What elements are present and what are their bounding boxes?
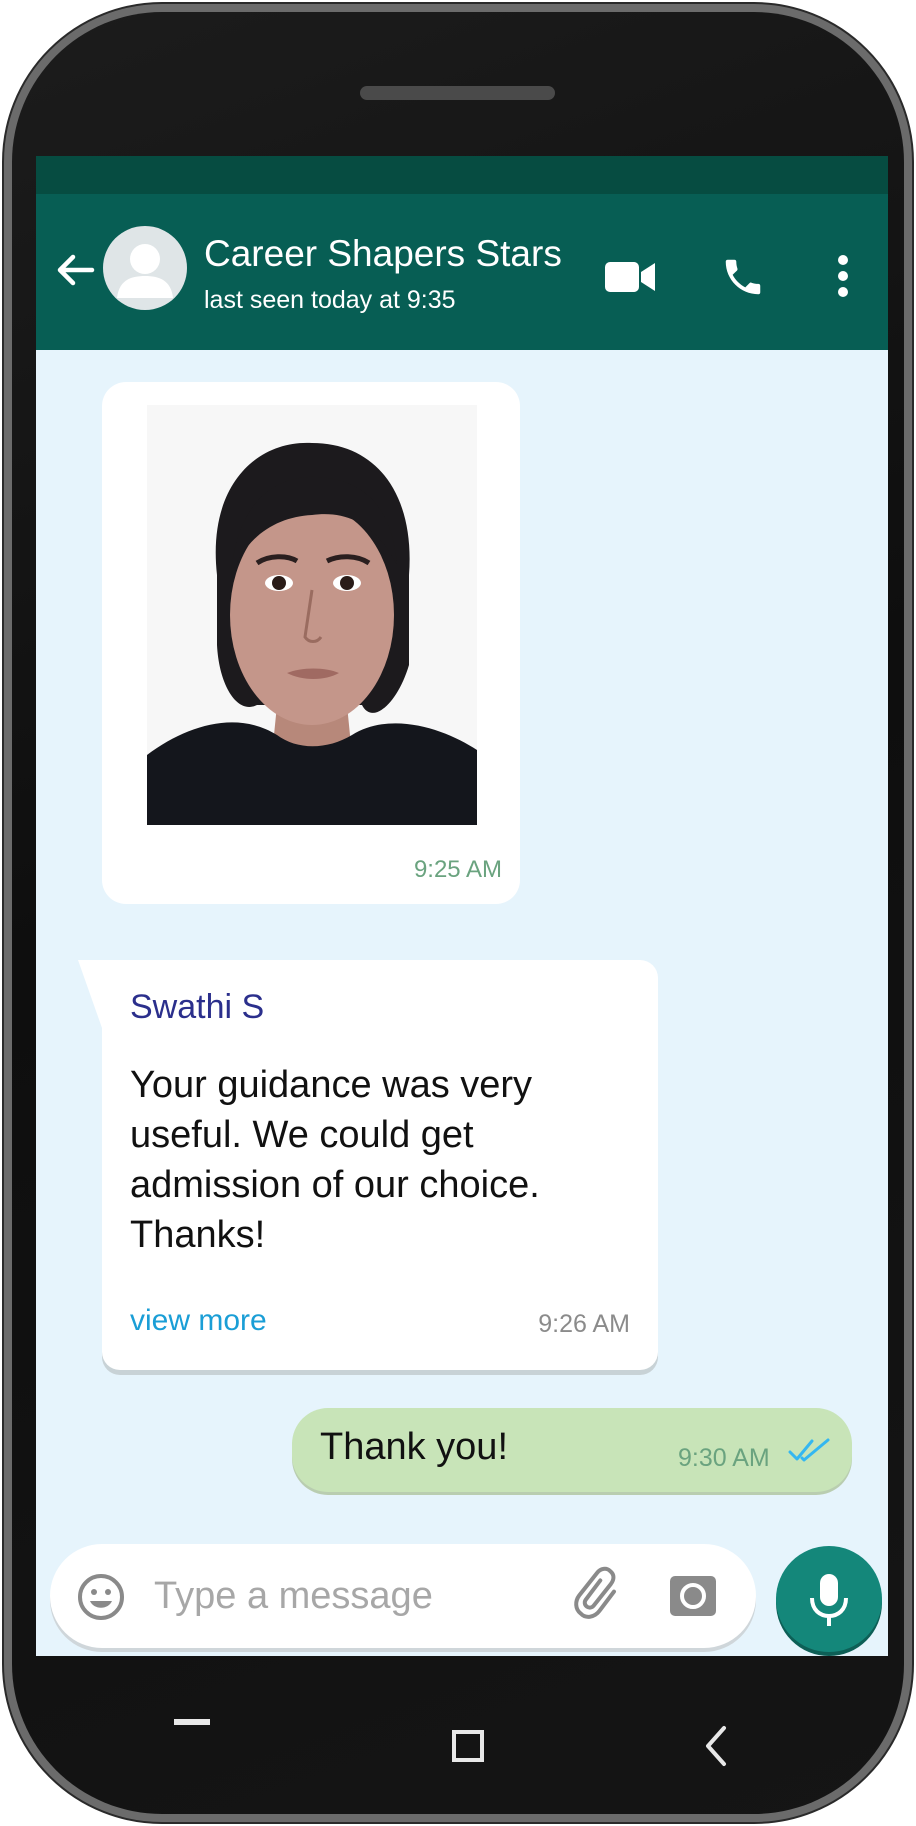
message-time: 9:25 AM xyxy=(413,856,502,883)
message-list: 9:25 AM Swathi S Your guidance was very … xyxy=(36,350,888,1492)
image-message-bubble[interactable]: 9:25 AM xyxy=(102,382,520,904)
back-arrow-icon[interactable] xyxy=(54,249,96,291)
message-text: Thank you! xyxy=(320,1426,508,1468)
more-vert-icon[interactable] xyxy=(836,254,850,298)
message-input[interactable] xyxy=(154,1566,484,1626)
avatar[interactable] xyxy=(103,226,187,310)
outgoing-message-bubble[interactable]: Thank you! 9:30 AM xyxy=(292,1408,852,1492)
chat-title[interactable]: Career Shapers Stars xyxy=(204,233,562,275)
emoji-icon[interactable] xyxy=(76,1572,126,1622)
camera-icon[interactable] xyxy=(668,1572,718,1620)
message-time: 9:30 AM xyxy=(678,1444,770,1472)
sender-name: Swathi S xyxy=(130,988,265,1026)
phone-body: Career Shapers Stars last seen today at … xyxy=(12,12,904,1814)
phone-icon[interactable] xyxy=(720,254,766,300)
bubble-tail xyxy=(78,960,102,1028)
status-bar xyxy=(36,156,888,194)
last-seen-status: last seen today at 9:35 xyxy=(204,286,456,314)
portrait-photo xyxy=(147,405,477,825)
message-composer xyxy=(50,1544,756,1648)
view-more-link[interactable]: view more xyxy=(130,1304,267,1338)
message-text: Your guidance was very useful. We could … xyxy=(130,1064,540,1256)
shared-photo[interactable] xyxy=(147,405,477,825)
read-ticks-icon xyxy=(788,1438,830,1462)
nav-recent-icon[interactable] xyxy=(174,1719,210,1725)
incoming-message-bubble[interactable]: Swathi S Your guidance was very useful. … xyxy=(78,960,658,1370)
message-time: 9:26 AM xyxy=(538,1310,630,1338)
mic-icon xyxy=(810,1574,848,1626)
mic-button[interactable] xyxy=(776,1546,882,1652)
earpiece-speaker xyxy=(360,86,555,100)
default-avatar-icon xyxy=(117,244,173,298)
video-camera-icon[interactable] xyxy=(604,260,656,294)
nav-home-icon[interactable] xyxy=(452,1730,484,1762)
phone-frame: Career Shapers Stars last seen today at … xyxy=(2,2,914,1824)
nav-back-icon[interactable] xyxy=(702,1724,730,1768)
paperclip-icon[interactable] xyxy=(570,1566,624,1620)
chat-screen: Career Shapers Stars last seen today at … xyxy=(36,156,888,1656)
chat-header: Career Shapers Stars last seen today at … xyxy=(36,194,888,350)
